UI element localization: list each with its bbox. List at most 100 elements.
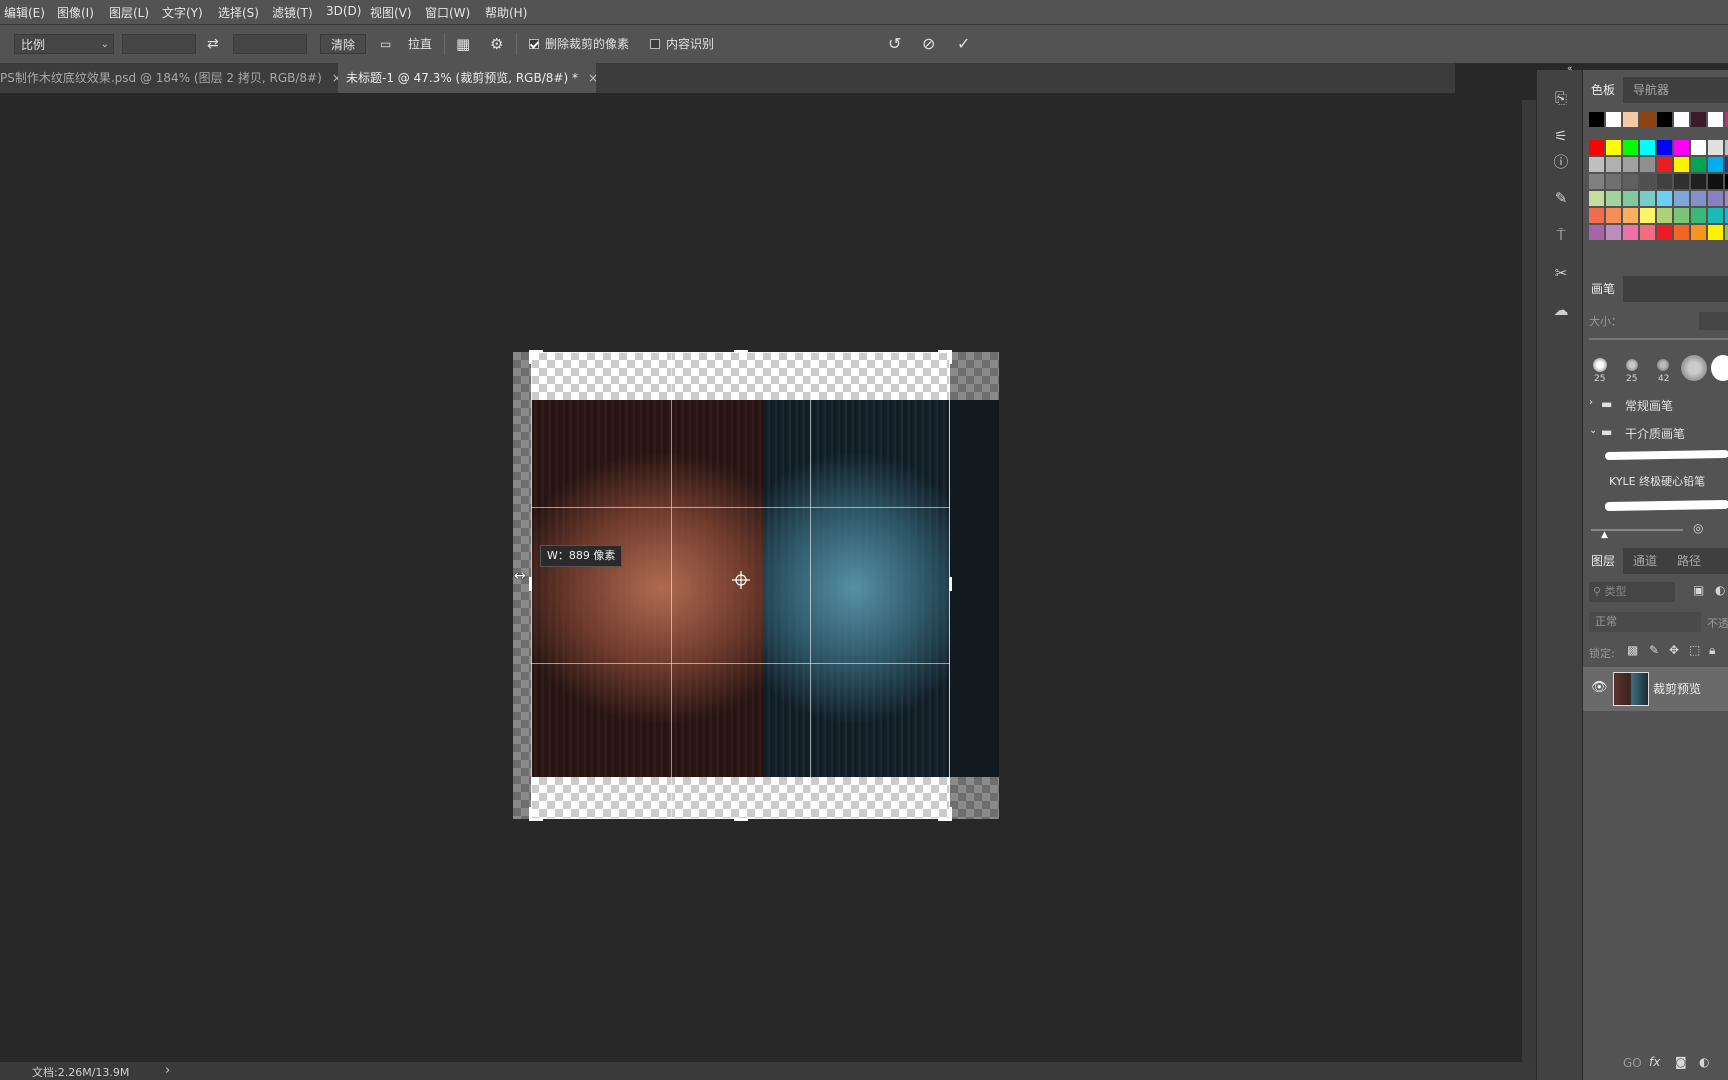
adjustment-filter-icon[interactable]: ◐: [1715, 583, 1725, 597]
color-swatch[interactable]: [1674, 140, 1689, 155]
color-swatch[interactable]: [1606, 225, 1621, 240]
tool-presets-icon[interactable]: ✂: [1551, 263, 1571, 283]
color-swatch[interactable]: [1589, 225, 1604, 240]
color-swatch[interactable]: [1657, 208, 1672, 223]
layer-kind-filter[interactable]: ⚲ 类型: [1589, 582, 1675, 602]
cancel-icon[interactable]: ⊘: [922, 33, 935, 55]
content-aware-checkbox[interactable]: [650, 39, 660, 49]
layer-effects-icon[interactable]: fx: [1649, 1055, 1660, 1069]
crop-handle-bottom-right[interactable]: [949, 807, 952, 821]
color-swatch[interactable]: [1623, 140, 1638, 155]
color-swatch[interactable]: [1589, 191, 1604, 206]
layer-name[interactable]: 裁剪预览: [1653, 680, 1701, 697]
reset-icon[interactable]: ↺: [888, 33, 901, 55]
menu-3d[interactable]: 3D(D): [326, 4, 361, 18]
crop-handle-right[interactable]: [949, 577, 952, 591]
close-icon[interactable]: ×: [588, 71, 598, 85]
color-swatch[interactable]: [1606, 157, 1621, 172]
menu-type[interactable]: 文字(Y): [162, 4, 203, 21]
libraries-icon[interactable]: ☁: [1551, 300, 1571, 320]
clone-source-icon[interactable]: ⍑: [1551, 225, 1571, 245]
layer-row[interactable]: 👁︎ 裁剪预览: [1583, 667, 1728, 711]
menu-help[interactable]: 帮助(H): [485, 4, 527, 21]
color-swatch[interactable]: [1589, 157, 1604, 172]
color-swatch[interactable]: [1589, 174, 1604, 189]
menu-edit[interactable]: 编辑(E): [4, 4, 45, 21]
color-swatch[interactable]: [1606, 174, 1621, 189]
layer-mask-icon[interactable]: ◙: [1675, 1055, 1687, 1069]
color-swatch[interactable]: [1640, 140, 1655, 155]
height-field[interactable]: [233, 34, 307, 54]
tab-paths[interactable]: 路径: [1669, 548, 1709, 574]
size-field[interactable]: [1699, 312, 1728, 330]
adjustment-layer-icon[interactable]: ◐: [1699, 1055, 1709, 1069]
swap-icon[interactable]: ⇄: [207, 33, 219, 55]
width-field[interactable]: [122, 34, 196, 54]
color-swatch[interactable]: [1691, 140, 1706, 155]
gear-icon[interactable]: ⚙: [490, 33, 503, 55]
color-swatch[interactable]: [1691, 157, 1706, 172]
vertical-scrollbar[interactable]: [1522, 100, 1536, 1062]
brush-tip[interactable]: [1657, 359, 1669, 371]
color-swatch[interactable]: [1708, 208, 1723, 223]
color-swatch[interactable]: [1674, 157, 1689, 172]
straighten-label[interactable]: 拉直: [408, 33, 432, 55]
color-swatch[interactable]: [1640, 191, 1655, 206]
color-swatch[interactable]: [1640, 157, 1655, 172]
color-swatch[interactable]: [1606, 140, 1621, 155]
color-swatch[interactable]: [1657, 191, 1672, 206]
color-swatch[interactable]: [1623, 208, 1638, 223]
menu-window[interactable]: 窗口(W): [425, 4, 470, 21]
crop-handle-top-left[interactable]: [529, 350, 532, 364]
color-swatch[interactable]: [1589, 208, 1604, 223]
tab-navigator[interactable]: 导航器: [1625, 77, 1677, 103]
collapse-icon[interactable]: «: [1567, 64, 1573, 74]
ratio-dropdown[interactable]: 比例 ⌄: [14, 34, 114, 54]
color-swatch[interactable]: [1674, 208, 1689, 223]
size-slider[interactable]: [1589, 338, 1728, 340]
color-swatch[interactable]: [1708, 112, 1723, 127]
lock-artboard-icon[interactable]: ⬚: [1689, 643, 1700, 657]
color-swatch[interactable]: [1623, 157, 1638, 172]
brush-name[interactable]: KYLE 终极硬心铅笔: [1609, 473, 1705, 489]
color-swatch[interactable]: [1708, 225, 1723, 240]
crop-handle-bottom-left[interactable]: [529, 807, 532, 821]
properties-icon[interactable]: ⚟: [1551, 126, 1571, 146]
tab-swatches[interactable]: 色板: [1583, 77, 1624, 103]
color-swatch[interactable]: [1691, 112, 1706, 127]
blend-mode-dropdown[interactable]: 正常: [1589, 612, 1701, 632]
color-swatch[interactable]: [1674, 112, 1689, 127]
color-swatch[interactable]: [1691, 174, 1706, 189]
color-swatch[interactable]: [1708, 157, 1723, 172]
color-swatch[interactable]: [1657, 174, 1672, 189]
slider-thumb-icon[interactable]: ▲: [1601, 530, 1608, 540]
brush-tip[interactable]: [1593, 358, 1607, 372]
color-swatch[interactable]: [1657, 140, 1672, 155]
lock-pixels-icon[interactable]: ✎: [1649, 643, 1659, 657]
crop-handle-top[interactable]: [734, 350, 748, 353]
tab-channels[interactable]: 通道: [1625, 548, 1665, 574]
color-swatch[interactable]: [1674, 191, 1689, 206]
crop-handle-bottom[interactable]: [734, 818, 748, 821]
brush-tip[interactable]: [1626, 359, 1638, 371]
lock-position-icon[interactable]: ✥: [1669, 643, 1679, 657]
document-size-info[interactable]: 文档:2.26M/13.9M: [32, 1064, 129, 1080]
color-swatch[interactable]: [1606, 191, 1621, 206]
color-swatch[interactable]: [1708, 140, 1723, 155]
color-swatch[interactable]: [1657, 112, 1672, 127]
crop-handle-left[interactable]: [529, 577, 532, 591]
menu-select[interactable]: 选择(S): [218, 4, 259, 21]
menu-view[interactable]: 视图(V): [370, 4, 412, 21]
color-swatch[interactable]: [1640, 174, 1655, 189]
color-swatch[interactable]: [1606, 208, 1621, 223]
delete-cropped-checkbox[interactable]: [529, 39, 539, 49]
color-swatch[interactable]: [1589, 112, 1604, 127]
eye-icon[interactable]: ◎: [1693, 521, 1703, 535]
menu-filter[interactable]: 滤镜(T): [272, 4, 313, 21]
pixel-filter-icon[interactable]: ▣: [1693, 583, 1704, 597]
tab-wood-psd[interactable]: PS制作木纹底纹效果.psd @ 184% (图层 2 拷贝, RGB/8#) ×: [0, 63, 342, 93]
canvas-area[interactable]: ↔ W：889 像素: [0, 93, 1522, 1063]
tab-layers[interactable]: 图层: [1583, 548, 1624, 574]
color-swatch[interactable]: [1657, 225, 1672, 240]
link-layers-icon[interactable]: GO: [1623, 1056, 1642, 1070]
